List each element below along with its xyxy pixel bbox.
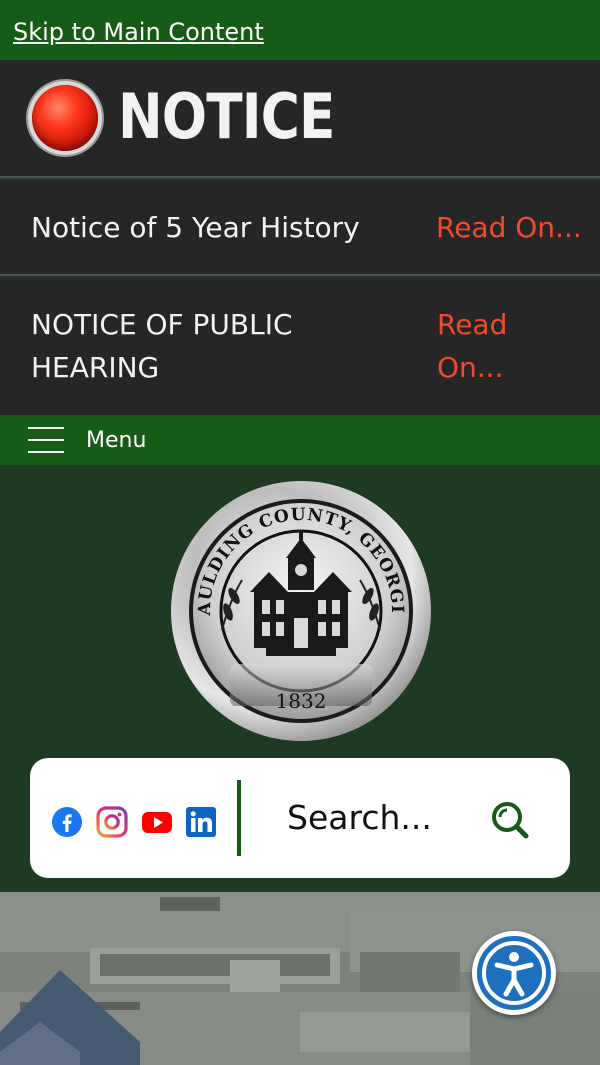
search-input[interactable]: Search... <box>287 798 432 837</box>
menu-label[interactable]: Menu <box>86 428 146 453</box>
hamburger-icon[interactable] <box>28 427 64 453</box>
accessibility-button[interactable] <box>472 931 556 1015</box>
skip-to-main-link[interactable]: Skip to Main Content <box>13 18 264 46</box>
search-divider <box>237 780 241 856</box>
accessibility-icon <box>482 941 546 1005</box>
youtube-icon[interactable] <box>141 806 173 838</box>
notice-item[interactable]: Notice of 5 Year History Read On... <box>0 180 600 276</box>
menu-bar[interactable]: Menu <box>0 415 600 465</box>
instagram-icon[interactable] <box>96 806 128 838</box>
notice-item[interactable]: NOTICE OF PUBLIC HEARING Read On... <box>0 278 600 415</box>
notice-item-title[interactable]: NOTICE OF PUBLIC HEARING <box>31 303 361 389</box>
notice-title: NOTICE <box>118 80 335 153</box>
read-on-link[interactable]: Read On... <box>436 206 582 249</box>
facebook-icon[interactable] <box>51 806 83 838</box>
search-icon[interactable] <box>488 798 532 842</box>
county-seal-logo[interactable]: PAULDING COUNTY, GEORGIA <box>162 465 432 742</box>
alert-light-icon <box>32 85 98 151</box>
read-on-link[interactable]: Read On... <box>437 303 547 389</box>
notice-header: NOTICE <box>0 60 600 178</box>
seal-year: 1832 <box>276 689 327 713</box>
skip-bar: Skip to Main Content <box>0 0 600 60</box>
notice-item-title[interactable]: Notice of 5 Year History <box>31 206 360 249</box>
social-search-card: Search... <box>30 758 570 878</box>
linkedin-icon[interactable] <box>185 806 217 838</box>
